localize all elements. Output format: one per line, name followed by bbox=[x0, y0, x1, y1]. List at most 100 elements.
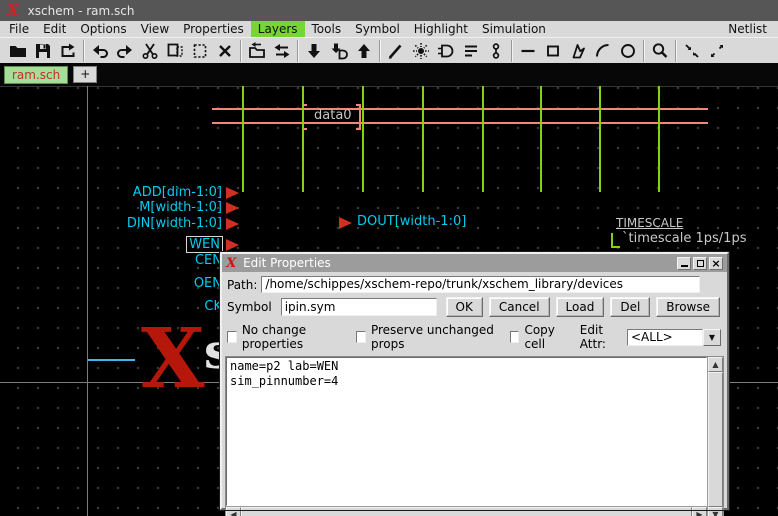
menu-tools[interactable]: Tools bbox=[305, 21, 349, 37]
make-symbol-button[interactable] bbox=[433, 39, 458, 63]
draw-circle-icon bbox=[618, 41, 638, 61]
pin-stub-wire[interactable] bbox=[242, 86, 244, 192]
undo-button[interactable] bbox=[87, 39, 112, 63]
draw-line-button[interactable] bbox=[515, 39, 540, 63]
menu-highlight[interactable]: Highlight bbox=[407, 21, 475, 37]
menu-file[interactable]: File bbox=[2, 21, 36, 37]
output-pin-arrow-icon[interactable] bbox=[339, 217, 352, 229]
close-button[interactable]: × bbox=[709, 257, 723, 270]
wire-segment[interactable] bbox=[88, 359, 135, 361]
horizontal-scrollbar-thumb[interactable] bbox=[241, 507, 692, 516]
pin-stub-wire[interactable] bbox=[362, 86, 364, 192]
pin-stub-wire[interactable] bbox=[658, 86, 660, 192]
checkbox-copy-cell[interactable]: Copy cell bbox=[510, 323, 567, 351]
ok-button[interactable]: OK bbox=[446, 297, 483, 317]
edit-attr-combobox[interactable]: <ALL> bbox=[627, 329, 721, 346]
paste-button[interactable] bbox=[187, 39, 212, 63]
redo-button[interactable] bbox=[112, 39, 137, 63]
symbol-input[interactable]: ipin.sym bbox=[281, 298, 437, 316]
menu-edit[interactable]: Edit bbox=[36, 21, 73, 37]
scroll-down-icon[interactable] bbox=[708, 507, 723, 516]
cut-button[interactable] bbox=[137, 39, 162, 63]
scroll-right-icon[interactable] bbox=[692, 507, 707, 516]
zoom-box-button[interactable] bbox=[647, 39, 672, 63]
checkbox-no-change-properties[interactable]: No change properties bbox=[227, 323, 343, 351]
menu-symbol[interactable]: Symbol bbox=[348, 21, 407, 37]
push-down-button[interactable] bbox=[301, 39, 326, 63]
bus-wire-top[interactable] bbox=[212, 108, 708, 110]
pin-stub-wire[interactable] bbox=[302, 86, 304, 192]
pin-stub-wire[interactable] bbox=[540, 86, 542, 192]
del-button[interactable]: Del bbox=[610, 297, 650, 317]
pin-stub-wire[interactable] bbox=[482, 86, 484, 192]
maximize-button[interactable] bbox=[693, 257, 707, 270]
path-field[interactable]: /home/schippes/xschem-repo/trunk/xschem_… bbox=[261, 276, 700, 293]
pin-label-cen[interactable]: CEN bbox=[195, 253, 222, 268]
draw-wire-button[interactable] bbox=[383, 39, 408, 63]
net-label-data0[interactable]: data0 bbox=[314, 109, 352, 123]
pin-label-add[interactable]: ADD[dim-1:0] bbox=[133, 185, 222, 200]
descend-symbol-button[interactable] bbox=[326, 39, 351, 63]
new-tab-button[interactable]: + bbox=[73, 66, 97, 83]
menu-properties[interactable]: Properties bbox=[176, 21, 251, 37]
pop-back-button[interactable] bbox=[244, 39, 269, 63]
input-pin-arrow-icon[interactable] bbox=[226, 202, 239, 214]
properties-textarea[interactable]: name=p2 lab=WEN sim_pinnumber=4 bbox=[226, 357, 707, 506]
draw-circle-button[interactable] bbox=[615, 39, 640, 63]
menu-netlist[interactable]: Netlist bbox=[722, 21, 773, 37]
reload-button[interactable] bbox=[55, 39, 80, 63]
toggle-light-button[interactable] bbox=[408, 39, 433, 63]
input-pin-arrow-icon[interactable] bbox=[226, 187, 239, 199]
draw-arc-button[interactable] bbox=[590, 39, 615, 63]
cut-icon bbox=[140, 41, 160, 61]
copy-button[interactable] bbox=[162, 39, 187, 63]
menu-layers[interactable]: Layers bbox=[251, 21, 305, 37]
timescale-value[interactable]: `timescale 1ps/1ps bbox=[622, 232, 746, 246]
swap-arrows-button[interactable] bbox=[269, 39, 294, 63]
draw-rect-button[interactable] bbox=[540, 39, 565, 63]
checkbox-icon[interactable] bbox=[227, 331, 237, 343]
cancel-button[interactable]: Cancel bbox=[489, 297, 550, 317]
pin-label-oen[interactable]: OEN bbox=[194, 276, 222, 291]
go-up-button[interactable] bbox=[351, 39, 376, 63]
dialog-titlebar[interactable]: X Edit Properties × bbox=[222, 254, 727, 272]
menu-options[interactable]: Options bbox=[73, 21, 133, 37]
input-pin-arrow-icon[interactable] bbox=[226, 239, 239, 251]
vertical-scrollbar[interactable] bbox=[707, 357, 723, 516]
pin-stub-wire[interactable] bbox=[422, 86, 424, 192]
horizontal-scrollbar[interactable] bbox=[226, 506, 707, 516]
zoom-in-button[interactable] bbox=[679, 39, 704, 63]
pin-label-din[interactable]: DIN[width-1:0] bbox=[127, 216, 222, 231]
save-file-button[interactable] bbox=[30, 39, 55, 63]
minimize-button[interactable] bbox=[677, 257, 691, 270]
netlist-lines-button[interactable] bbox=[458, 39, 483, 63]
edit-attr-value[interactable]: <ALL> bbox=[627, 329, 703, 346]
break-link-button[interactable] bbox=[483, 39, 508, 63]
zoom-out-button[interactable] bbox=[704, 39, 729, 63]
pin-label-m[interactable]: M[width-1:0] bbox=[139, 200, 222, 215]
vertical-scrollbar-thumb[interactable] bbox=[708, 372, 723, 507]
browse-button[interactable]: Browse bbox=[656, 297, 720, 317]
pin-label-wen[interactable]: WEN bbox=[187, 237, 222, 252]
tab-ram-sch[interactable]: ram.sch bbox=[4, 66, 68, 84]
window-titlebar[interactable]: X xschem - ram.sch bbox=[0, 0, 778, 21]
menu-simulation[interactable]: Simulation bbox=[475, 21, 553, 37]
input-pin-arrow-icon[interactable] bbox=[226, 218, 239, 230]
pin-stub-wire[interactable] bbox=[599, 86, 601, 192]
checkbox-icon[interactable] bbox=[356, 331, 366, 343]
scroll-left-icon[interactable] bbox=[226, 507, 241, 516]
menu-view[interactable]: View bbox=[134, 21, 176, 37]
bus-wire-bottom[interactable] bbox=[212, 122, 708, 124]
bus-tap-right[interactable] bbox=[356, 104, 361, 130]
delete-button[interactable] bbox=[212, 39, 237, 63]
timescale-title[interactable]: TIMESCALE bbox=[616, 217, 683, 230]
scroll-up-icon[interactable] bbox=[708, 357, 723, 372]
dropdown-arrow-icon[interactable] bbox=[703, 329, 721, 346]
checkbox-preserve-unchanged-props[interactable]: Preserve unchanged props bbox=[356, 323, 497, 351]
pin-label-dout[interactable]: DOUT[width-1:0] bbox=[357, 215, 466, 229]
open-file-button[interactable] bbox=[5, 39, 30, 63]
toolbar-group bbox=[380, 39, 511, 63]
checkbox-icon[interactable] bbox=[510, 331, 520, 343]
load-button[interactable]: Load bbox=[556, 297, 605, 317]
draw-polygon-button[interactable] bbox=[565, 39, 590, 63]
